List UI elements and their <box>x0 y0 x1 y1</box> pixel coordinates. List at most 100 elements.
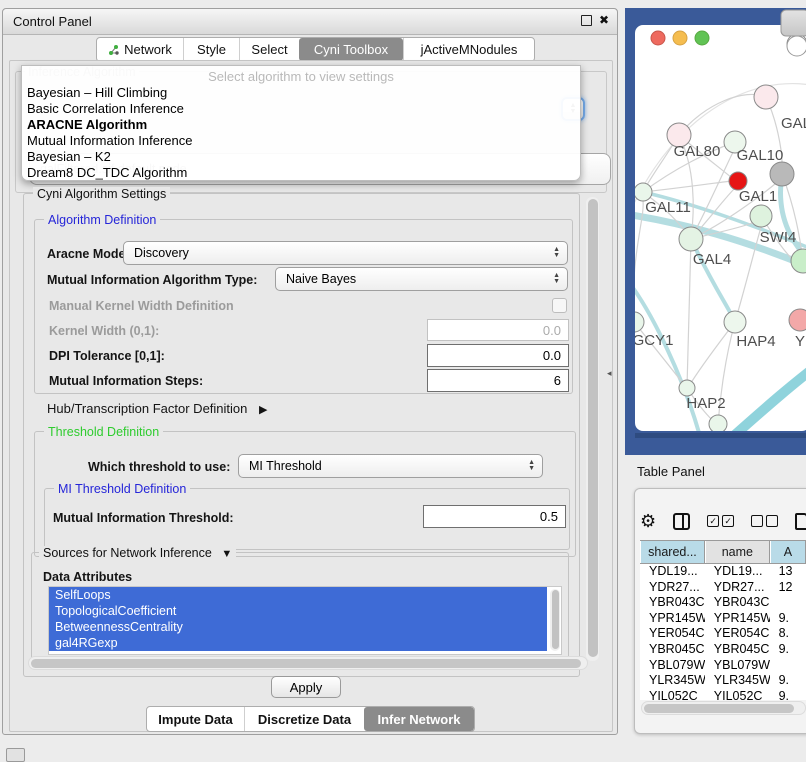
table-cell[interactable]: YBL079W <box>705 658 770 674</box>
split-columns-icon[interactable] <box>673 513 690 530</box>
expand-right-icon[interactable]: ▶ <box>259 404 267 416</box>
panel-toggle-icon[interactable] <box>6 748 25 762</box>
tab-jactivemnodules[interactable]: jActiveMNodules <box>403 38 534 61</box>
splitpane-grip-icon[interactable]: ◂ <box>607 369 614 377</box>
table-row[interactable]: YDL19...YDL19...13 <box>640 564 806 580</box>
dpi-tolerance-field[interactable]: 0.0 <box>427 344 569 367</box>
gear-icon[interactable]: ⚙ <box>640 511 656 532</box>
mi-threshold-value: 0.5 <box>540 509 558 524</box>
table-cell[interactable]: YDL19... <box>705 564 770 580</box>
table-cell[interactable]: YBR045C <box>640 642 705 658</box>
table-row[interactable]: YER054CYER054C8. <box>640 626 806 642</box>
attributes-scrollbar[interactable] <box>550 589 560 651</box>
page-icon[interactable] <box>795 513 806 530</box>
attribute-item-gal4rgexp[interactable]: gal4RGexp <box>49 635 547 651</box>
algorithm-option-basic-correlation-inference[interactable]: Basic Correlation Inference <box>27 101 575 117</box>
control-panel-titlebar[interactable]: Control Panel ✖ <box>3 9 617 35</box>
column-header-name[interactable]: name <box>705 541 770 563</box>
table-cell[interactable]: YLR345W <box>705 673 770 689</box>
table-cell[interactable]: YPR145W <box>705 611 770 627</box>
node-hap4[interactable] <box>724 311 746 333</box>
attribute-item-betweennesscentrality[interactable]: BetweennessCentrality <box>49 619 547 635</box>
table-cell[interactable]: 9. <box>770 689 806 700</box>
table-cell[interactable]: YPR145W <box>640 611 705 627</box>
tab-cyni-toolbox[interactable]: Cyni Toolbox <box>299 38 403 61</box>
mi-steps-field[interactable]: 6 <box>427 369 569 392</box>
node-partial-edge[interactable] <box>787 36 806 56</box>
table-row[interactable]: YDR27...YDR27...12 <box>640 580 806 596</box>
data-attributes-list[interactable]: SelfLoopsTopologicalCoefficientBetweenne… <box>48 586 562 655</box>
column-header-A[interactable]: A <box>770 541 806 563</box>
close-icon[interactable]: ✖ <box>599 14 609 26</box>
network-view[interactable]: GALGAL80GAL10GAL11GAL1SWI4GAL4GCY1HAP4YH… <box>625 8 806 455</box>
zoom-traffic-light[interactable] <box>695 31 709 45</box>
hub-expander[interactable]: Hub/Transcription Factor Definition ▶ <box>47 401 267 416</box>
tab-infer-network[interactable]: Infer Network <box>364 707 474 731</box>
table-cell[interactable] <box>770 658 806 674</box>
table-cell[interactable]: 9. <box>770 673 806 689</box>
table-row[interactable]: YBL079WYBL079W <box>640 658 806 674</box>
manual-kernel-checkbox[interactable] <box>552 298 567 313</box>
table-horizontal-scrollbar[interactable] <box>641 701 806 715</box>
table-cell[interactable]: YIL052C <box>640 689 705 700</box>
node-gal-pink-top[interactable] <box>754 85 778 109</box>
aracne-mode-combo[interactable]: Discovery ▲▼ <box>123 241 568 265</box>
sources-group-label[interactable]: Sources for Network Inference ▼ <box>39 546 236 560</box>
minimize-traffic-light[interactable] <box>673 31 687 45</box>
table-row[interactable]: YBR045CYBR045C9. <box>640 642 806 658</box>
algorithm-option-aracne-algorithm[interactable]: ARACNE Algorithm <box>27 117 575 133</box>
node-pink-right[interactable] <box>789 309 806 331</box>
table-cell[interactable]: YIL052C <box>705 689 770 700</box>
column-header-shared[interactable]: shared... <box>640 541 705 563</box>
node-gal1[interactable] <box>750 205 772 227</box>
table-cell[interactable]: YBR043C <box>705 595 770 611</box>
table-header: shared...nameA <box>640 540 806 564</box>
algorithm-option-bayesian-k2[interactable]: Bayesian – K2 <box>27 149 575 165</box>
table-cell[interactable]: YER054C <box>705 626 770 642</box>
table-row[interactable]: YLR345WYLR345W9. <box>640 673 806 689</box>
table-cell[interactable]: YDR27... <box>705 580 770 596</box>
settings-horizontal-scrollbar[interactable] <box>28 656 588 670</box>
close-traffic-light[interactable] <box>651 31 665 45</box>
tab-style[interactable]: Style <box>183 38 239 61</box>
tab-network[interactable]: Network <box>97 38 183 61</box>
tab-discretize-data[interactable]: Discretize Data <box>244 707 364 731</box>
algorithm-option-dream8-dc-tdc-algorithm[interactable]: Dream8 DC_TDC Algorithm <box>27 165 575 181</box>
table-cell[interactable]: YLR345W <box>640 673 705 689</box>
float-window-icon[interactable] <box>581 15 592 26</box>
table-cell[interactable]: YDL19... <box>640 564 705 580</box>
settings-vertical-scrollbar[interactable] <box>586 197 599 661</box>
table-cell[interactable]: YBR045C <box>705 642 770 658</box>
attribute-item-selfloops[interactable]: SelfLoops <box>49 587 547 603</box>
table-cell[interactable]: 9. <box>770 642 806 658</box>
algorithm-option-mutual-information-inference[interactable]: Mutual Information Inference <box>27 133 575 149</box>
algorithm-option-bayesian-hill-climbing[interactable]: Bayesian – Hill Climbing <box>27 85 575 101</box>
node-bottom[interactable] <box>709 415 727 433</box>
node-gray[interactable] <box>770 162 794 186</box>
table-row[interactable]: YBR043CYBR043C <box>640 595 806 611</box>
tab-select[interactable]: Select <box>239 38 299 61</box>
mi-threshold-field[interactable]: 0.5 <box>423 505 566 528</box>
table-cell[interactable]: 9. <box>770 611 806 627</box>
checked-boxes-icon[interactable]: ✓✓ <box>707 515 734 527</box>
node-gal4[interactable] <box>679 227 703 251</box>
table-cell[interactable]: YDR27... <box>640 580 705 596</box>
table-row[interactable]: YIL052CYIL052C9. <box>640 689 806 700</box>
table-cell[interactable]: 12 <box>770 580 806 596</box>
mi-type-combo[interactable]: Naive Bayes ▲▼ <box>275 267 568 291</box>
table-cell[interactable]: 8. <box>770 626 806 642</box>
unchecked-boxes-icon[interactable] <box>751 515 778 527</box>
table-cell[interactable]: YBR043C <box>640 595 705 611</box>
collapse-down-icon[interactable]: ▼ <box>221 548 232 560</box>
kernel-width-field[interactable]: 0.0 <box>427 319 569 341</box>
table-cell[interactable]: 13 <box>770 564 806 580</box>
table-cell[interactable]: YER054C <box>640 626 705 642</box>
apply-button[interactable]: Apply <box>271 676 341 698</box>
table-row[interactable]: YPR145WYPR145W9. <box>640 611 806 627</box>
table-cell[interactable] <box>770 595 806 611</box>
which-threshold-combo[interactable]: MI Threshold ▲▼ <box>238 454 543 478</box>
attribute-item-topologicalcoefficient[interactable]: TopologicalCoefficient <box>49 603 547 619</box>
node-hap2[interactable] <box>679 380 695 396</box>
table-cell[interactable]: YBL079W <box>640 658 705 674</box>
tab-impute-data[interactable]: Impute Data <box>147 707 244 731</box>
